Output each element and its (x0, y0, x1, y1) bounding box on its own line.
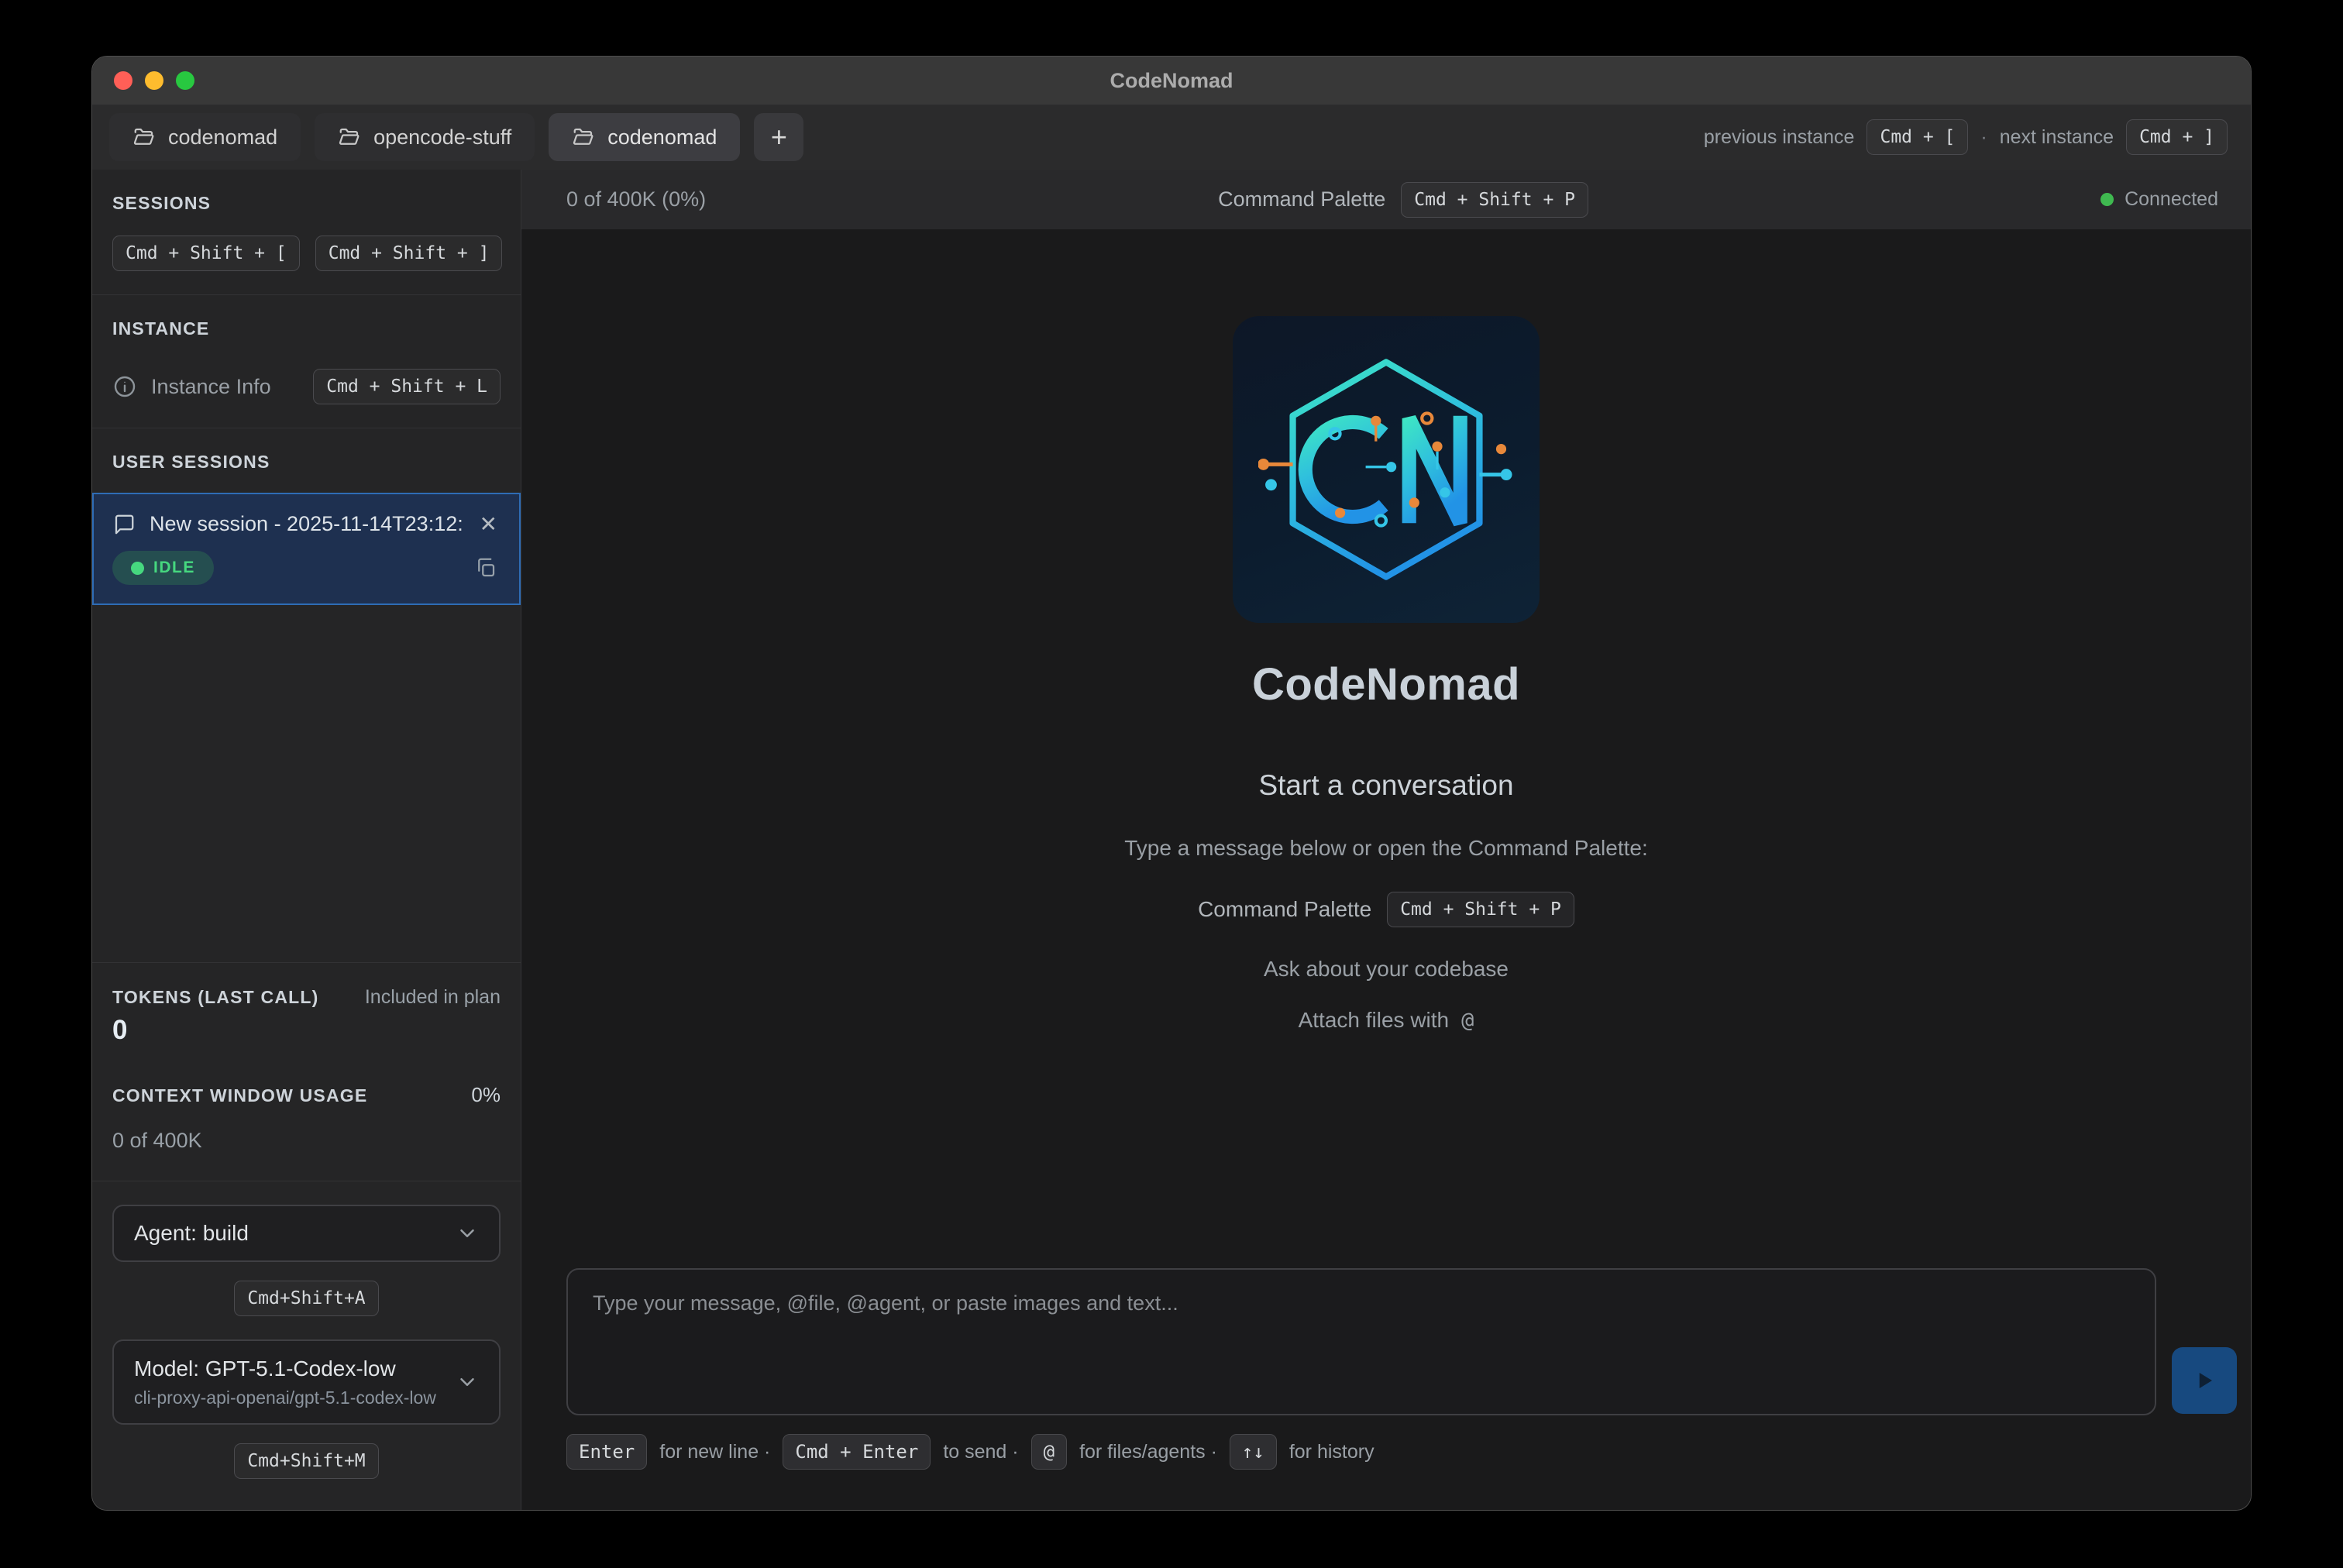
user-sessions-header: USER SESSIONS (112, 452, 501, 473)
context-usage-detail: 0 of 400K (112, 1129, 501, 1153)
instance-info-row[interactable]: Instance Info Cmd + Shift + L (112, 369, 501, 404)
previous-instance-label: previous instance (1704, 126, 1855, 149)
sessions-prev-shortcut: Cmd + Shift + [ (112, 236, 300, 271)
plan-note: Included in plan (365, 986, 501, 1009)
at-symbol: @ (1461, 1009, 1474, 1033)
tab-codenomad-1[interactable]: codenomad (109, 113, 301, 161)
app-name: CodeNomad (1252, 658, 1520, 710)
next-instance-label: next instance (2000, 126, 2114, 149)
at-key-hint: @ (1031, 1434, 1067, 1470)
status-label: IDLE (153, 559, 195, 577)
empty-state-subtitle: Type a message below or open the Command… (1124, 836, 1648, 861)
hint-attach-files: Attach files with (1299, 1008, 1450, 1033)
window-title: CodeNomad (1110, 69, 1233, 93)
close-session-icon[interactable]: ✕ (477, 511, 501, 537)
selector-section: Agent: build Cmd+Shift+A Model: GPT-5.1-… (92, 1181, 521, 1510)
cmd-enter-key-hint: Cmd + Enter (783, 1434, 931, 1470)
main-topbar: 0 of 400K (0%) Command Palette Cmd + Shi… (521, 170, 2251, 229)
session-list-item[interactable]: New session - 2025-11-14T23:12:... ✕ IDL… (92, 493, 521, 605)
info-icon (112, 374, 137, 399)
composer-hints: Enter for new line · Cmd + Enter to send… (521, 1415, 2251, 1510)
chevron-down-icon (456, 1222, 479, 1245)
hint-text: for files/agents · (1079, 1441, 1217, 1463)
context-usage-header: CONTEXT WINDOW USAGE (112, 1085, 367, 1106)
hero-command-palette-shortcut[interactable]: Cmd + Shift + P (1387, 892, 1574, 927)
composer (521, 1268, 2251, 1415)
sessions-next-shortcut: Cmd + Shift + ] (315, 236, 503, 271)
tokens-section: TOKENS (LAST CALL) Included in plan 0 CO… (92, 963, 521, 1181)
instance-nav: previous instance Cmd + [ · next instanc… (1704, 119, 2228, 155)
tab-label: codenomad (607, 126, 717, 150)
sessions-header: SESSIONS (112, 193, 501, 214)
hint-text: for new line · (659, 1441, 770, 1463)
tokens-header: TOKENS (LAST CALL) (112, 987, 319, 1008)
close-window-button[interactable] (114, 71, 132, 90)
app-window: CodeNomad codenomad opencode-stuff coden… (91, 56, 2252, 1511)
context-usage-percent: 0% (471, 1083, 501, 1107)
tokens-value: 0 (112, 1015, 501, 1046)
hint-text: to send · (943, 1441, 1018, 1463)
sessions-section: SESSIONS Cmd + Shift + [ Cmd + Shift + ] (92, 170, 521, 294)
model-select-sublabel: cli-proxy-api-openai/gpt-5.1-codex-low (134, 1387, 456, 1408)
new-tab-button[interactable]: + (754, 113, 803, 161)
tab-label: opencode-stuff (373, 126, 511, 150)
hero-command-palette-label: Command Palette (1198, 897, 1371, 922)
model-select[interactable]: Model: GPT-5.1-Codex-low cli-proxy-api-o… (112, 1339, 501, 1425)
folder-icon (338, 126, 361, 149)
command-palette-shortcut[interactable]: Cmd + Shift + P (1401, 182, 1588, 218)
main-area: 0 of 400K (0%) Command Palette Cmd + Shi… (521, 170, 2251, 1510)
empty-state: CodeNomad Start a conversation Type a me… (521, 229, 2251, 1268)
agent-select-label: Agent: build (134, 1221, 456, 1246)
codenomad-logo (1233, 316, 1540, 623)
minimize-window-button[interactable] (145, 71, 163, 90)
chevron-down-icon (456, 1370, 479, 1394)
enter-key-hint: Enter (566, 1434, 647, 1470)
play-icon (2193, 1369, 2216, 1392)
instance-header: INSTANCE (112, 318, 501, 339)
user-sessions-section: USER SESSIONS New session - 2025-11-14T2… (92, 428, 521, 605)
instance-info-label: Instance Info (151, 375, 299, 399)
zoom-window-button[interactable] (176, 71, 194, 90)
agent-select[interactable]: Agent: build (112, 1205, 501, 1262)
agent-shortcut: Cmd+Shift+A (234, 1281, 378, 1316)
connection-status: Connected (2100, 188, 2218, 211)
arrows-key-hint: ↑↓ (1230, 1434, 1277, 1470)
hint-text: for history (1289, 1441, 1374, 1463)
session-status-badge: IDLE (112, 551, 214, 585)
connected-dot (2100, 193, 2114, 206)
folder-icon (132, 126, 156, 149)
instance-info-shortcut: Cmd + Shift + L (313, 369, 501, 404)
model-select-label: Model: GPT-5.1-Codex-low (134, 1357, 456, 1381)
copy-icon[interactable] (474, 556, 501, 579)
separator: · (1980, 126, 1987, 149)
next-instance-shortcut: Cmd + ] (2126, 119, 2228, 155)
titlebar: CodeNomad (92, 57, 2251, 105)
hint-ask-codebase: Ask about your codebase (1264, 957, 1509, 982)
session-title: New session - 2025-11-14T23:12:... (150, 512, 463, 536)
model-shortcut: Cmd+Shift+M (234, 1443, 378, 1479)
send-button[interactable] (2172, 1347, 2237, 1414)
tab-codenomad-2-active[interactable]: codenomad (549, 113, 740, 161)
command-palette-label: Command Palette (1218, 187, 1385, 211)
traffic-lights (114, 57, 194, 105)
status-dot (131, 562, 144, 575)
folder-icon (572, 126, 595, 149)
chat-bubble-icon (112, 513, 136, 536)
tab-label: codenomad (168, 126, 277, 150)
sidebar: SESSIONS Cmd + Shift + [ Cmd + Shift + ]… (92, 170, 521, 1510)
tab-bar: codenomad opencode-stuff codenomad + pre… (92, 105, 2251, 170)
instance-section: INSTANCE Instance Info Cmd + Shift + L (92, 295, 521, 428)
empty-state-title: Start a conversation (1258, 769, 1513, 802)
previous-instance-shortcut: Cmd + [ (1866, 119, 1968, 155)
connected-label: Connected (2125, 188, 2218, 211)
tab-opencode-stuff[interactable]: opencode-stuff (315, 113, 535, 161)
session-list-empty-space (92, 605, 521, 962)
context-usage-summary: 0 of 400K (0%) (566, 187, 706, 211)
message-input[interactable] (566, 1268, 2156, 1415)
